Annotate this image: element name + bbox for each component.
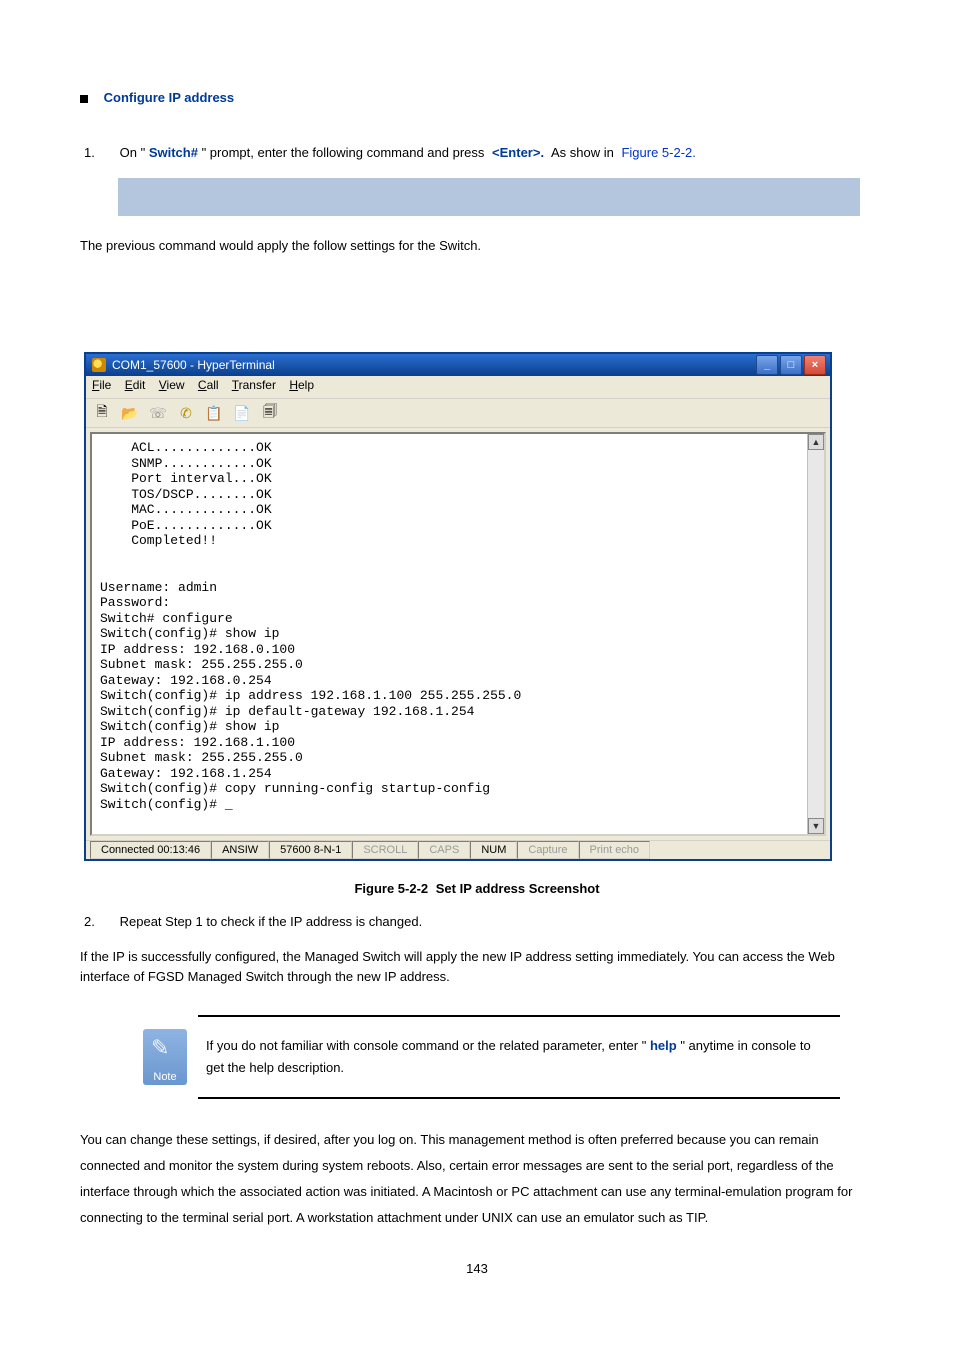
new-file-icon[interactable]: 🗎 (92, 403, 112, 423)
hyperterminal-icon (92, 358, 106, 372)
cli-prompt: Switch# (149, 145, 198, 160)
window-title: COM1_57600 - HyperTerminal (112, 358, 275, 372)
titlebar[interactable]: COM1_57600 - HyperTerminal _ □ × (86, 354, 830, 376)
menu-transfer[interactable]: Transfer (232, 378, 276, 392)
enter-key: <Enter>. (492, 145, 544, 160)
status-echo: Print echo (579, 841, 651, 859)
figure-caption: Figure 5-2-2 Set IP address Screenshot (80, 881, 874, 896)
help-command: help (650, 1038, 677, 1053)
paragraph-3: You can change these settings, if desire… (80, 1127, 874, 1231)
status-caps: CAPS (418, 841, 470, 859)
menu-file[interactable]: File (92, 378, 111, 392)
step-2: 2. Repeat Step 1 to check if the IP addr… (84, 914, 874, 929)
step-1-text-a: On " (120, 145, 146, 160)
bullet-icon (80, 95, 88, 103)
step-1-text-b: " prompt, enter the following command an… (202, 145, 485, 160)
step-2-number: 2. (84, 914, 116, 929)
hyperterminal-window: COM1_57600 - HyperTerminal _ □ × File Ed… (84, 352, 832, 861)
note-label: Note (153, 1071, 176, 1083)
note-text-a: If you do not familiar with console comm… (206, 1038, 646, 1053)
figure-caption-text: Set IP address Screenshot (436, 881, 600, 896)
paragraph-1: The previous command would apply the fol… (80, 236, 874, 256)
menu-edit[interactable]: Edit (125, 378, 146, 392)
note-pen-icon: ✎ (151, 1035, 169, 1061)
status-num: NUM (470, 841, 517, 859)
step-1-number: 1. (84, 145, 116, 160)
section-header-line: Configure IP address (80, 90, 874, 105)
receive-icon[interactable]: 📄 (232, 403, 252, 423)
settings-block (118, 276, 858, 332)
status-connection: Connected 00:13:46 (90, 841, 211, 859)
minimize-button[interactable]: _ (756, 355, 778, 375)
menu-view[interactable]: View (159, 378, 185, 392)
command-block (118, 178, 860, 216)
menubar: File Edit View Call Transfer Help (86, 376, 830, 399)
section-header: Configure IP address (104, 90, 235, 105)
figure-label: Figure 5-2-2 (354, 881, 428, 896)
toolbar: 🗎 📂 ☏ ✆ 📋 📄 🗐 (86, 399, 830, 428)
page-number: 143 (80, 1261, 874, 1276)
figure-link[interactable]: Figure 5-2-2. (621, 145, 695, 160)
status-scroll: SCROLL (352, 841, 418, 859)
scroll-down-icon[interactable]: ▼ (808, 818, 824, 834)
scrollbar[interactable]: ▲ ▼ (807, 434, 824, 834)
window-controls: _ □ × (756, 355, 826, 375)
titlebar-left: COM1_57600 - HyperTerminal (92, 358, 275, 372)
step-1: 1. On " Switch# " prompt, enter the foll… (84, 145, 874, 160)
note-icon-wrap: ✎ Note (140, 1015, 190, 1099)
properties-icon[interactable]: 🗐 (260, 403, 280, 423)
maximize-button[interactable]: □ (780, 355, 802, 375)
status-capture: Capture (517, 841, 578, 859)
close-button[interactable]: × (804, 355, 826, 375)
open-icon[interactable]: 📂 (120, 403, 140, 423)
terminal-wrap: ACL.............OK SNMP............OK Po… (86, 428, 830, 840)
step-1-text-c: As show in (551, 145, 614, 160)
paragraph-2: If the IP is successfully configured, th… (80, 947, 874, 987)
statusbar: Connected 00:13:46 ANSIW 57600 8-N-1 SCR… (86, 840, 830, 859)
note-block: ✎ Note If you do not familiar with conso… (140, 1015, 840, 1099)
status-emulation: ANSIW (211, 841, 269, 859)
menu-help[interactable]: Help (289, 378, 314, 392)
note-icon: ✎ Note (143, 1029, 187, 1085)
status-port: 57600 8-N-1 (269, 841, 352, 859)
terminal-text: ACL.............OK SNMP............OK Po… (92, 434, 824, 818)
terminal-area[interactable]: ACL.............OK SNMP............OK Po… (90, 432, 826, 836)
page-content: Configure IP address 1. On " Switch# " p… (0, 0, 954, 1350)
disconnect-icon[interactable]: ✆ (176, 403, 196, 423)
scroll-up-icon[interactable]: ▲ (808, 434, 824, 450)
step-2-text: Repeat Step 1 to check if the IP address… (120, 914, 423, 929)
menu-call[interactable]: Call (198, 378, 219, 392)
send-icon[interactable]: 📋 (204, 403, 224, 423)
phone-icon[interactable]: ☏ (148, 403, 168, 423)
note-text: If you do not familiar with console comm… (198, 1015, 840, 1099)
